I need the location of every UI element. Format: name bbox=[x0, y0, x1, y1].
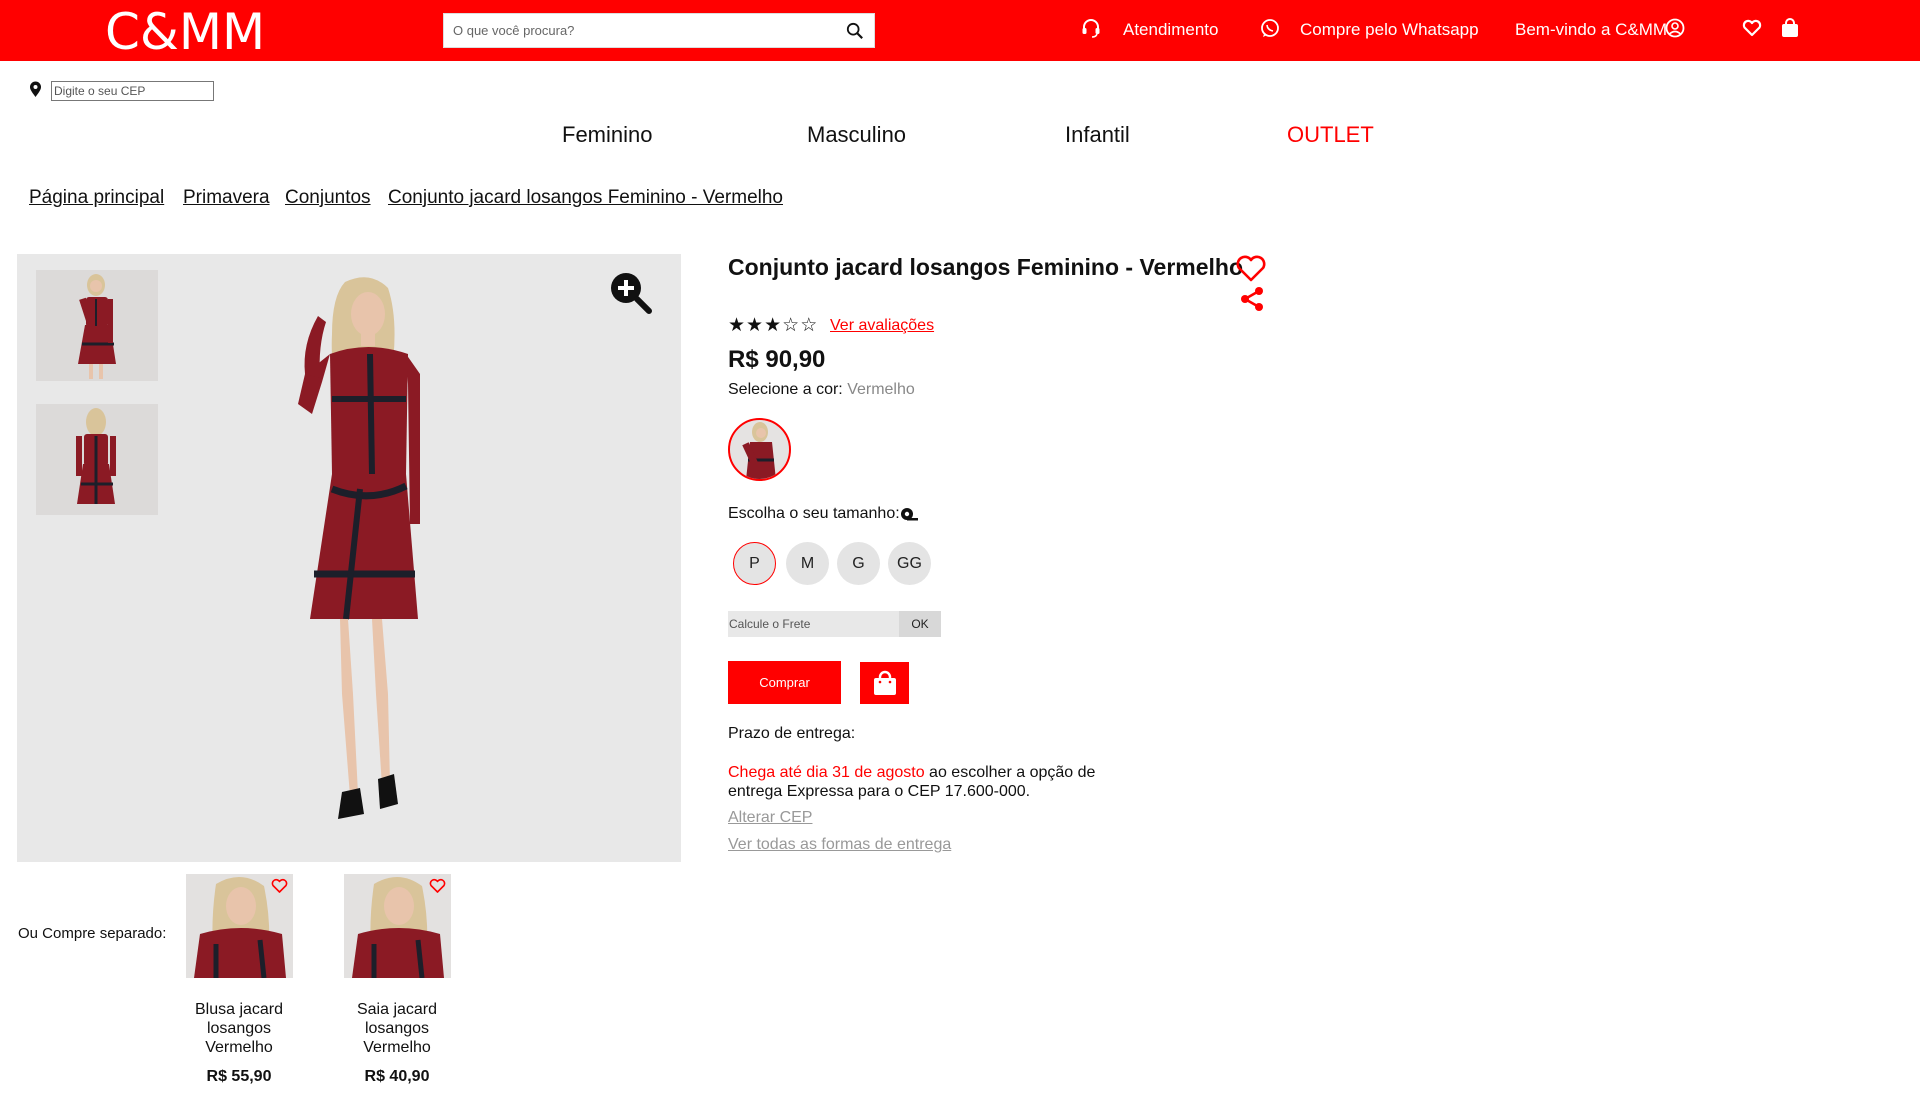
breadcrumb-item[interactable]: Conjunto jacard losangos Feminino - Verm… bbox=[388, 187, 783, 209]
headset-icon[interactable] bbox=[1080, 17, 1102, 39]
share-icon[interactable] bbox=[1239, 286, 1265, 312]
gallery-thumbnail[interactable] bbox=[36, 270, 158, 381]
user-icon[interactable] bbox=[1664, 17, 1686, 39]
breadcrumb-item[interactable]: Página principal bbox=[29, 187, 164, 209]
nav-masculino[interactable]: Masculino bbox=[807, 122, 906, 148]
search-input[interactable] bbox=[444, 14, 824, 47]
location-pin-icon bbox=[30, 81, 41, 97]
separate-item-price: R$ 55,90 bbox=[206, 1068, 272, 1085]
model-front-thumb-image bbox=[78, 274, 116, 379]
whatsapp-link[interactable]: Compre pelo Whatsapp bbox=[1300, 20, 1479, 40]
size-label: Escolha o seu tamanho: bbox=[728, 505, 918, 523]
reviews-link[interactable]: Ver avaliações bbox=[830, 317, 934, 335]
atendimento-link[interactable]: Atendimento bbox=[1123, 20, 1218, 40]
favorite-heart-icon[interactable] bbox=[1235, 254, 1267, 282]
size-option-p[interactable]: P bbox=[733, 542, 776, 585]
buy-button[interactable]: Comprar bbox=[728, 661, 841, 704]
breadcrumb-item[interactable]: Conjuntos bbox=[285, 187, 371, 209]
nav-feminino[interactable]: Feminino bbox=[562, 122, 652, 148]
product-title: Conjunto jacard losangos Feminino - Verm… bbox=[728, 254, 1244, 280]
color-value: Vermelho bbox=[847, 381, 915, 398]
color-swatch-image bbox=[742, 422, 776, 479]
wishlist-heart-icon[interactable] bbox=[1741, 17, 1763, 39]
separate-item-heart-icon[interactable] bbox=[429, 878, 446, 893]
size-option-m[interactable]: M bbox=[786, 542, 829, 585]
separate-item-name[interactable]: Saia jacard losangos Vermelho bbox=[337, 1000, 457, 1057]
star-filled-icon: ★ bbox=[728, 315, 746, 336]
cart-bag-icon[interactable] bbox=[1779, 17, 1801, 39]
size-option-gg[interactable]: GG bbox=[888, 542, 931, 585]
frete-ok-button[interactable]: OK bbox=[899, 611, 941, 637]
logo[interactable]: C&MM bbox=[105, 3, 265, 61]
prazo-label: Prazo de entrega: bbox=[728, 725, 856, 742]
model-back-thumb-image bbox=[76, 408, 116, 504]
rating-stars: ★ ★ ★ ☆ ☆ bbox=[728, 316, 817, 335]
star-empty-icon: ☆ bbox=[782, 315, 800, 336]
product-main-image bbox=[298, 277, 420, 819]
search-icon[interactable] bbox=[846, 22, 864, 40]
alterar-cep-link[interactable]: Alterar CEP bbox=[728, 809, 812, 827]
whatsapp-icon[interactable] bbox=[1259, 17, 1281, 39]
star-filled-icon: ★ bbox=[764, 315, 782, 336]
nav-outlet[interactable]: OUTLET bbox=[1287, 122, 1374, 148]
color-label: Selecione a cor: Vermelho bbox=[728, 381, 915, 399]
product-price: R$ 90,90 bbox=[728, 346, 826, 373]
delivery-date: Chega até dia 31 de agosto bbox=[728, 764, 925, 781]
color-label-text: Selecione a cor: bbox=[728, 381, 843, 398]
buy-separately-label: Ou Compre separado: bbox=[18, 925, 167, 942]
star-filled-icon: ★ bbox=[746, 315, 764, 336]
star-empty-icon: ☆ bbox=[800, 315, 818, 336]
frete-input[interactable] bbox=[728, 611, 899, 637]
separate-item-price: R$ 40,90 bbox=[364, 1068, 430, 1085]
gallery-thumbnail[interactable] bbox=[36, 404, 158, 515]
nav-infantil[interactable]: Infantil bbox=[1065, 122, 1130, 148]
color-swatch-vermelho[interactable] bbox=[728, 418, 791, 481]
size-option-g[interactable]: G bbox=[837, 542, 880, 585]
zoom-in-icon[interactable] bbox=[608, 270, 652, 314]
separate-item-name[interactable]: Blusa jacard losangos Vermelho bbox=[179, 1000, 299, 1057]
cep-input[interactable] bbox=[51, 81, 214, 101]
search-box[interactable] bbox=[443, 13, 875, 48]
bag-icon bbox=[873, 670, 896, 695]
add-to-bag-button[interactable] bbox=[860, 662, 909, 704]
ver-formas-entrega-link[interactable]: Ver todas as formas de entrega bbox=[728, 836, 951, 854]
delivery-estimate: Chega até dia 31 de agosto ao escolher a… bbox=[728, 763, 1108, 801]
separate-item-heart-icon[interactable] bbox=[271, 878, 288, 893]
size-label-text: Escolha o seu tamanho: bbox=[728, 505, 900, 522]
measuring-tape-icon[interactable] bbox=[900, 507, 918, 521]
welcome-link[interactable]: Bem-vindo a C&MM bbox=[1515, 20, 1667, 40]
breadcrumb-item[interactable]: Primavera bbox=[183, 187, 270, 209]
